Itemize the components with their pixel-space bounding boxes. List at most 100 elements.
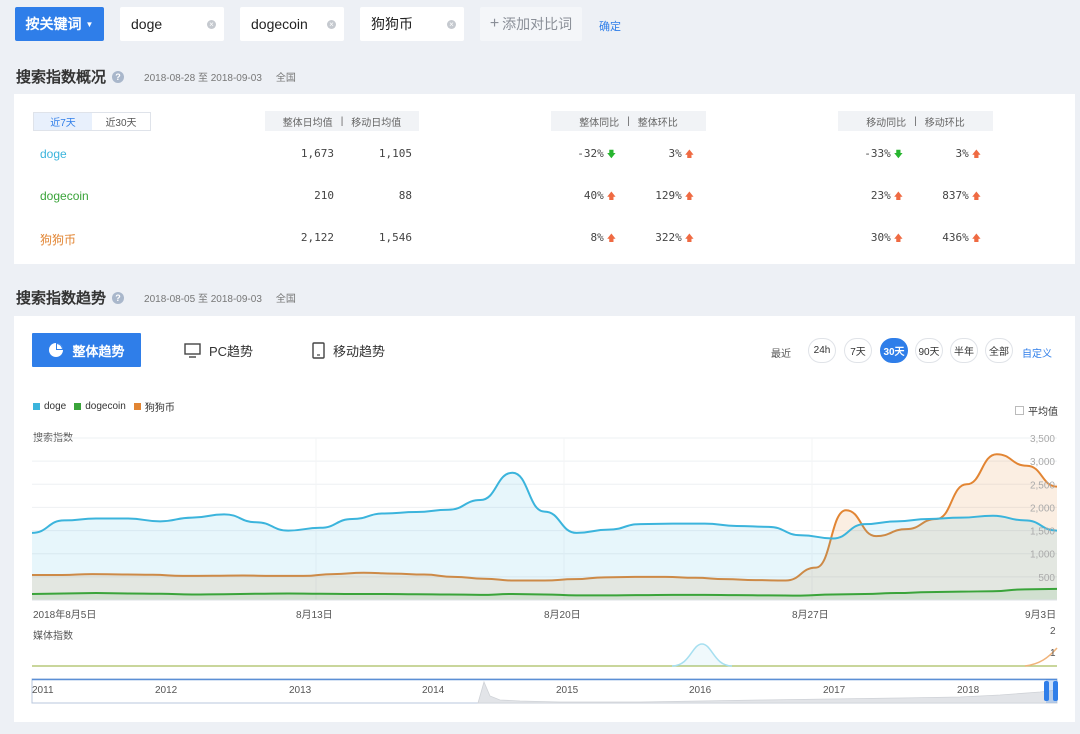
pie-chart-icon — [49, 343, 64, 357]
y-tick-label: 3,500 — [1030, 434, 1055, 445]
mobile-yoy-value: 30% — [870, 231, 891, 244]
overview-header: 搜索指数概况 ? 2018-08-28 至 2018-09-03 全国 — [16, 66, 296, 87]
navigator-year-label: 2016 — [689, 685, 712, 696]
y-tick-label: 1,000 — [1030, 550, 1055, 561]
navigator-handle-right[interactable] — [1053, 681, 1058, 701]
mobile-yoy: -33% 🡇 — [827, 147, 903, 163]
x-tick-label: 9月3日 — [1025, 610, 1057, 621]
tab-pc-trend[interactable]: PC趋势 — [184, 341, 253, 360]
y-tick-label: 500 — [1038, 573, 1055, 584]
x-tick-label: 8月20日 — [544, 610, 581, 621]
help-icon[interactable]: ? — [112, 291, 125, 304]
y-tick-label: 1,500 — [1030, 527, 1055, 538]
mobile-mom: 837% 🡅 — [905, 189, 981, 205]
legend-gougoubi[interactable]: 狗狗币 — [145, 399, 175, 414]
total-yoy-value: 40% — [583, 189, 604, 202]
period-tabs: 近7天 近30天 — [33, 112, 151, 131]
tab-label: 整体趋势 — [72, 343, 125, 359]
legend-swatch-doge — [33, 403, 40, 410]
date-range: 2018-08-28 至 2018-09-03 — [144, 73, 262, 84]
mobile-yoy: 30% 🡅 — [827, 231, 903, 247]
mobile-daily-avg: 1,105 — [378, 147, 412, 160]
mobile-mom-value: 3% — [955, 147, 969, 160]
monitor-icon — [184, 343, 201, 358]
total-yoy-value: -32% — [577, 147, 604, 160]
search-index-chart[interactable]: 500 1,000 1,500 2,000 2,500 3,000 3,500 — [0, 420, 1080, 620]
total-yoy: -32% 🡇 — [540, 147, 616, 163]
mobile-daily-avg: 88 — [398, 189, 412, 202]
remove-keyword-icon[interactable]: × — [207, 19, 216, 29]
arrow-up-icon: 🡅 — [684, 233, 694, 243]
row-keyword[interactable]: dogecoin — [40, 189, 89, 203]
mobile-yoy-value: -33% — [864, 147, 891, 160]
mobile-mom: 436% 🡅 — [905, 231, 981, 247]
help-icon[interactable]: ? — [112, 70, 125, 83]
navigator-year-label: 2012 — [155, 685, 178, 696]
trend-header: 搜索指数趋势 ? 2018-08-05 至 2018-09-03 全国 — [16, 287, 296, 308]
mobile-mom-value: 436% — [942, 231, 969, 244]
legend-swatch-dogecoin — [74, 403, 82, 410]
mobile-mom: 3% 🡅 — [905, 147, 981, 163]
search-mode-dropdown[interactable]: 按关键词 ▼ — [15, 7, 104, 41]
arrow-up-icon: 🡅 — [971, 233, 981, 243]
region: 全国 — [275, 294, 296, 305]
caret-down-icon: ▼ — [85, 19, 94, 29]
arrow-down-icon: 🡇 — [606, 149, 616, 159]
keyword-chip-doge[interactable]: doge × — [120, 7, 224, 41]
legend-dogecoin[interactable]: dogecoin — [85, 401, 126, 412]
range-24h[interactable]: 24h — [808, 338, 836, 363]
tab-7days[interactable]: 近7天 — [34, 113, 92, 130]
add-compare-button[interactable]: + 添加对比词 — [480, 7, 582, 41]
checkbox[interactable] — [1015, 406, 1024, 415]
keyword-chip-dogecoin[interactable]: dogecoin × — [240, 7, 344, 41]
navigator-handle-left[interactable] — [1044, 681, 1049, 701]
range-90d[interactable]: 90天 — [915, 338, 943, 363]
mobile-yoy-value: 23% — [870, 189, 891, 202]
add-compare-label: 添加对比词 — [502, 16, 573, 32]
confirm-link[interactable]: 确定 — [599, 18, 621, 34]
date-range: 2018-08-05 至 2018-09-03 — [144, 294, 262, 305]
range-all[interactable]: 全部 — [985, 338, 1013, 363]
row-keyword[interactable]: doge — [40, 147, 67, 161]
legend-swatch-gougoubi — [133, 403, 141, 410]
header-mom: 整体环比 — [637, 117, 678, 129]
range-half-year[interactable]: 半年 — [950, 338, 978, 363]
total-mom-value: 129% — [655, 189, 682, 202]
mobile-daily-avg: 1,546 — [378, 231, 412, 244]
range-7d[interactable]: 7天 — [844, 338, 872, 363]
navigator-year-label: 2015 — [556, 685, 579, 696]
header-mobile-compare: 移动同比 | 移动环比 — [838, 111, 993, 131]
x-tick-label: 8月27日 — [792, 610, 829, 621]
media-y-tick: 2 — [1050, 626, 1056, 637]
legend-doge[interactable]: doge — [44, 401, 66, 412]
navigator-year-label: 2017 — [823, 685, 846, 696]
media-series-doge[interactable] — [671, 643, 733, 667]
header-mobile-yoy: 移动同比 — [866, 117, 907, 129]
arrow-down-icon: 🡇 — [893, 149, 903, 159]
tab-mobile-trend[interactable]: 移动趋势 — [312, 341, 385, 360]
header-mobile-avg: 移动日均值 — [351, 117, 402, 129]
tab-overall-trend[interactable]: 整体趋势 — [32, 333, 141, 367]
arrow-up-icon: 🡅 — [684, 191, 694, 201]
arrow-up-icon: 🡅 — [971, 149, 981, 159]
row-keyword[interactable]: 狗狗币 — [40, 231, 76, 248]
arrow-up-icon: 🡅 — [893, 233, 903, 243]
remove-keyword-icon[interactable]: × — [447, 19, 456, 29]
remove-keyword-icon[interactable]: × — [327, 19, 336, 29]
navigator-year-label: 2013 — [289, 685, 312, 696]
plus-icon: + — [489, 15, 500, 32]
average-toggle[interactable]: 平均值 — [1015, 403, 1058, 418]
phone-icon — [312, 342, 325, 359]
range-30d[interactable]: 30天 — [880, 338, 908, 363]
media-y-tick: 1 — [1050, 648, 1056, 659]
media-index-chart[interactable] — [0, 622, 1080, 670]
header-yoy: 整体同比 — [579, 117, 620, 129]
tab-30days[interactable]: 近30天 — [92, 113, 150, 130]
header-mobile-mom: 移动环比 — [924, 117, 965, 129]
region: 全国 — [275, 73, 296, 84]
header-separator: | — [340, 115, 344, 127]
timeline-navigator[interactable]: 2011 2012 2013 2014 2015 2016 2017 2018 — [0, 678, 1080, 706]
custom-range-link[interactable]: 自定义 — [1022, 345, 1052, 360]
navigator-year-label: 2014 — [422, 685, 445, 696]
keyword-chip-gougoubi[interactable]: 狗狗币 × — [360, 7, 464, 41]
